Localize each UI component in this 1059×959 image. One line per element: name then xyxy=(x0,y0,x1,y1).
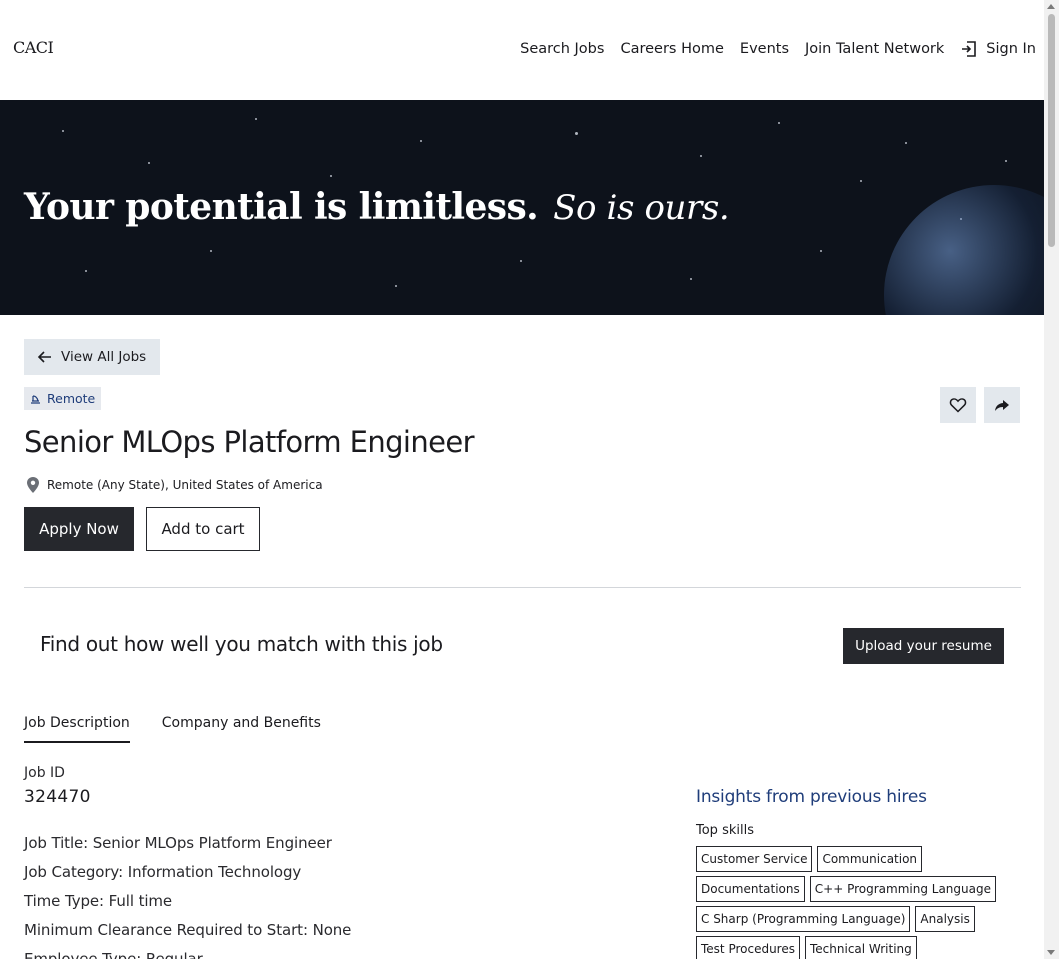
skill-tag: C Sharp (Programming Language) xyxy=(696,906,911,932)
top-skills-label: Top skills xyxy=(696,823,754,838)
sign-in-icon xyxy=(962,41,977,57)
nav-search-jobs[interactable]: Search Jobs xyxy=(520,41,604,57)
detail-time-type: Time Type: Full time xyxy=(24,892,173,910)
sign-in-link[interactable]: Sign In xyxy=(960,40,1036,58)
add-to-cart-button[interactable]: Add to cart xyxy=(146,507,260,551)
skills-list: Customer Service Communication Documenta… xyxy=(696,846,1026,959)
remote-icon xyxy=(31,395,40,404)
skill-tag: Customer Service xyxy=(696,846,813,872)
skill-tag: Analysis xyxy=(915,906,975,932)
caci-logo[interactable]: CACI xyxy=(13,38,54,57)
insights-title: Insights from previous hires xyxy=(696,787,927,807)
arrow-left-icon xyxy=(37,351,51,363)
view-all-jobs-button[interactable]: View All Jobs xyxy=(24,339,160,375)
job-title: Senior MLOps Platform Engineer xyxy=(24,425,475,459)
job-details: Job Title: Senior MLOps Platform Enginee… xyxy=(24,834,351,959)
upload-resume-button[interactable]: Upload your resume xyxy=(843,628,1004,664)
section-divider xyxy=(24,587,1021,588)
save-job-button[interactable] xyxy=(940,387,976,423)
share-icon xyxy=(995,400,1009,411)
hero-headline: Your potential is limitless. So is ours. xyxy=(24,186,730,228)
page-scrollbar[interactable] xyxy=(1044,0,1059,959)
skill-tag: Communication xyxy=(817,846,923,872)
detail-clearance: Minimum Clearance Required to Start: Non… xyxy=(24,921,352,939)
hero-tagline: So is ours. xyxy=(553,188,730,228)
skill-tag: C++ Programming Language xyxy=(809,876,996,902)
detail-employee-type: Employee Type: Regular xyxy=(24,950,203,959)
nav-events[interactable]: Events xyxy=(740,41,789,57)
map-pin-icon xyxy=(27,477,39,493)
sign-in-label: Sign In xyxy=(986,41,1036,57)
job-id-label: Job ID xyxy=(24,765,65,781)
main-nav: Search Jobs Careers Home Events Join Tal… xyxy=(504,40,1036,58)
detail-job-title: Job Title: Senior MLOps Platform Enginee… xyxy=(24,834,332,852)
job-location: Remote (Any State), United States of Ame… xyxy=(25,476,323,494)
job-tabs: Job Description Company and Benefits xyxy=(24,715,353,743)
job-location-text: Remote (Any State), United States of Ame… xyxy=(47,478,323,492)
tab-job-description[interactable]: Job Description xyxy=(24,715,130,743)
heart-icon xyxy=(949,398,967,413)
remote-badge-label: Remote xyxy=(47,391,96,406)
hero-headline-main: Your potential is limitless. xyxy=(24,186,539,228)
view-all-jobs-label: View All Jobs xyxy=(61,349,147,365)
hero-banner: Your potential is limitless. So is ours. xyxy=(0,100,1044,315)
remote-badge: Remote xyxy=(24,387,102,410)
scroll-up-arrow[interactable] xyxy=(1047,4,1055,9)
job-id-value: 324470 xyxy=(24,787,91,807)
share-job-button[interactable] xyxy=(984,387,1020,423)
scroll-down-arrow[interactable] xyxy=(1047,950,1055,955)
scroll-thumb[interactable] xyxy=(1048,14,1055,247)
site-header: CACI Search Jobs Careers Home Events Joi… xyxy=(0,0,1044,100)
nav-join-talent-network[interactable]: Join Talent Network xyxy=(805,41,944,57)
tab-company-and-benefits[interactable]: Company and Benefits xyxy=(162,715,321,743)
skill-tag: Documentations xyxy=(696,876,805,902)
match-prompt: Find out how well you match with this jo… xyxy=(40,632,443,656)
detail-job-category: Job Category: Information Technology xyxy=(24,863,302,881)
apply-now-button[interactable]: Apply Now xyxy=(24,507,134,551)
skill-tag: Technical Writing xyxy=(805,936,917,959)
skill-tag: Test Procedures xyxy=(696,936,800,959)
nav-careers-home[interactable]: Careers Home xyxy=(620,41,723,57)
